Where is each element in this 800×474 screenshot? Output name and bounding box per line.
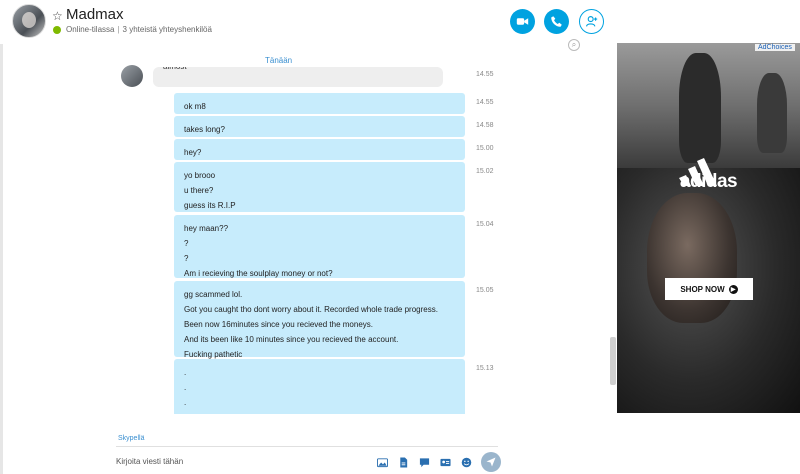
message-line: .	[184, 383, 187, 392]
message-timestamp: 15.02	[476, 168, 494, 175]
skype-window: ☆ Madmax Online-tilassa | 3 yhteistä yhtey…	[0, 0, 800, 474]
image-icon[interactable]	[376, 456, 388, 468]
chat-scrollbar-thumb[interactable]	[610, 337, 616, 385]
video-message-icon[interactable]	[418, 456, 430, 468]
send-button[interactable]	[481, 452, 501, 472]
message-timestamp: 15.05	[476, 287, 494, 294]
add-person-icon	[586, 16, 598, 27]
message-line: ?	[184, 239, 189, 248]
shop-now-label: SHOP NOW	[680, 284, 725, 294]
outgoing-message[interactable]: yo brooo u there? guess its R.I.P	[174, 162, 465, 212]
adchoices-label[interactable]: AdChoices	[755, 44, 795, 51]
outgoing-message[interactable]: . . . .	[174, 359, 465, 414]
message-input[interactable]	[116, 452, 366, 470]
compose-divider	[116, 446, 498, 447]
message-line: guess its R.I.P	[184, 201, 236, 210]
mutual-contacts-text[interactable]: 3 yhteistä yhteyshenkilöä	[123, 25, 212, 34]
send-via-skype-label[interactable]: Skypellä	[118, 435, 144, 442]
shop-now-button[interactable]: SHOP NOW ▶	[665, 278, 753, 300]
message-line: Am i recieving the soulplay money or not…	[184, 269, 333, 278]
presence-text: Online-tilassa	[66, 25, 115, 34]
message-line: .	[184, 398, 187, 407]
star-icon[interactable]: ☆	[52, 9, 63, 23]
message-line: .	[184, 368, 187, 377]
message-line: hey?	[184, 148, 202, 157]
phone-icon	[551, 16, 562, 27]
message-timestamp: 14.55	[476, 71, 494, 78]
ad-brand-name: adidas	[679, 171, 738, 192]
message-line: hey maan??	[184, 224, 229, 233]
presence-online-icon	[53, 26, 61, 34]
conversation-header: ☆ Madmax Online-tilassa | 3 yhteistä yhtey…	[0, 0, 615, 44]
contact-card-icon[interactable]	[439, 456, 451, 468]
message-list[interactable]: Tänään almost 14.55 ok m8 14.55 takes lo…	[0, 44, 610, 414]
outgoing-message[interactable]: hey maan?? ? ? Am i recieving the soulpl…	[174, 215, 465, 278]
message-timestamp: 15.00	[476, 145, 494, 152]
outgoing-message[interactable]: gg scammed lol. Got you caught tho dont …	[174, 281, 465, 359]
message-timestamp: 15.13	[476, 365, 494, 372]
message-line: u there?	[184, 186, 214, 195]
voice-call-button[interactable]	[544, 9, 569, 34]
message-line: yo brooo	[184, 171, 216, 180]
send-icon	[486, 457, 496, 467]
message-line: Been now 16minutes since you recieved th…	[184, 320, 373, 329]
contact-avatar[interactable]	[12, 4, 46, 38]
outgoing-message[interactable]: ok m8	[174, 93, 465, 114]
message-timestamp: 14.58	[476, 122, 494, 129]
ad-model-portrait	[647, 193, 737, 323]
day-separator: Tänään	[265, 56, 293, 65]
outgoing-message[interactable]: hey?	[174, 139, 465, 160]
message-line: .	[184, 410, 455, 414]
outgoing-message[interactable]: takes long?	[174, 116, 465, 137]
arrow-right-icon: ▶	[728, 284, 738, 294]
contact-status-line: Online-tilassa | 3 yhteistä yhteyshenkilöä	[66, 25, 212, 34]
emoji-icon[interactable]	[460, 456, 472, 468]
add-people-button[interactable]	[579, 9, 604, 34]
advertisement-banner[interactable]: AdChoices adidas SHOP NOW ▶	[617, 43, 800, 413]
file-icon[interactable]	[397, 456, 409, 468]
message-timestamp: 15.04	[476, 221, 494, 228]
message-line: And its been like 10 minutes since you r…	[184, 335, 399, 344]
message-line: ok m8	[184, 102, 206, 111]
message-line: gg scammed lol.	[184, 290, 243, 299]
message-line: takes long?	[184, 125, 225, 134]
video-camera-icon	[516, 18, 529, 25]
message-timestamp: 14.55	[476, 99, 494, 106]
incoming-message[interactable]: almost	[153, 67, 443, 87]
message-line: Got you caught tho dont worry about it. …	[184, 305, 438, 314]
incoming-avatar[interactable]	[121, 65, 143, 87]
video-call-button[interactable]	[510, 9, 535, 34]
message-text: almost	[163, 67, 187, 71]
contact-name[interactable]: Madmax	[66, 6, 124, 23]
message-line: ?	[184, 254, 189, 263]
